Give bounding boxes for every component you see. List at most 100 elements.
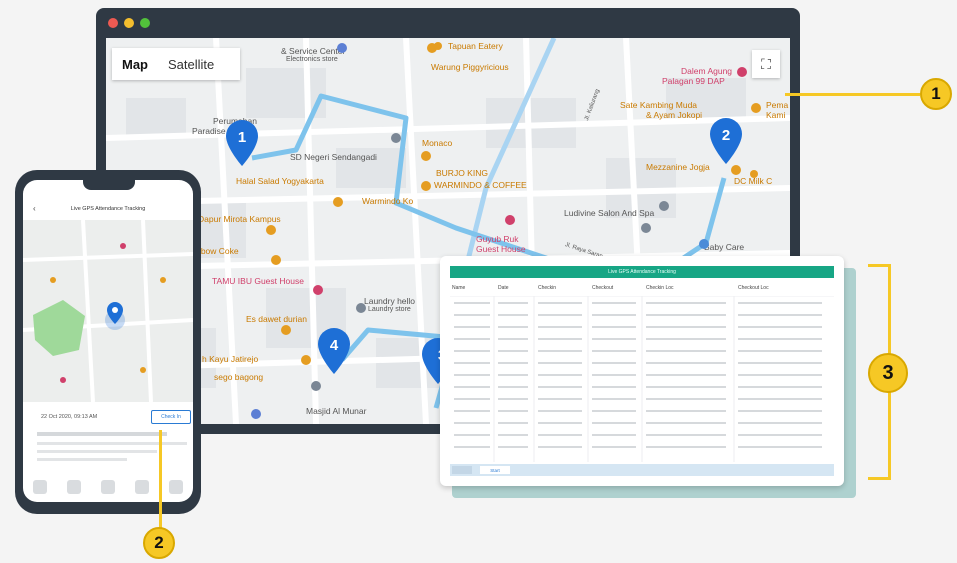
table-cell-placeholder xyxy=(454,398,490,400)
phone-notch xyxy=(83,180,135,190)
col-checkout: Checkout xyxy=(592,285,614,291)
table-cell-placeholder xyxy=(646,350,726,352)
table-cell-placeholder xyxy=(738,314,822,316)
table-cell-placeholder xyxy=(454,314,490,316)
table-cell-placeholder xyxy=(538,350,582,352)
table-cell-placeholder xyxy=(738,386,822,388)
table-cell-placeholder xyxy=(454,362,490,364)
table-cell-placeholder xyxy=(738,422,822,424)
table-cell-placeholder xyxy=(592,314,636,316)
callout-2-badge: 2 xyxy=(143,527,175,559)
table-cell-placeholder xyxy=(738,446,822,448)
table-cell-placeholder xyxy=(498,446,528,448)
table-cell-placeholder xyxy=(498,374,528,376)
table-cell-placeholder xyxy=(646,338,726,340)
table-cell-placeholder xyxy=(498,410,528,412)
phone-location-lines xyxy=(37,432,187,461)
table-cell-placeholder xyxy=(738,398,822,400)
table-cell-placeholder xyxy=(538,446,582,448)
tab-map[interactable]: Map xyxy=(112,57,158,72)
pin-2-icon: 2 xyxy=(710,118,742,164)
table-cell-placeholder xyxy=(592,350,636,352)
table-cell-placeholder xyxy=(646,314,726,316)
table-cell-placeholder xyxy=(538,302,582,304)
tab-satellite[interactable]: Satellite xyxy=(158,57,224,72)
table-cell-placeholder xyxy=(454,302,490,304)
table-cell-placeholder xyxy=(498,326,528,328)
nav-calendar-icon[interactable] xyxy=(101,480,115,494)
callout-1-badge: 1 xyxy=(920,78,952,110)
phone-screen: ‹ Live GPS Attendance Tracking 22 Oct 20… xyxy=(23,180,193,502)
nav-more-icon[interactable] xyxy=(169,480,183,494)
callout-2-line xyxy=(159,430,162,528)
table-cell-placeholder xyxy=(738,326,822,328)
table-cell-placeholder xyxy=(646,398,726,400)
table-cell-placeholder xyxy=(454,386,490,388)
pagination-prev[interactable] xyxy=(452,466,472,474)
table-cell-placeholder xyxy=(454,326,490,328)
col-date: Date xyxy=(498,285,509,291)
col-checkin: Checkin xyxy=(538,285,557,291)
table-cell-placeholder xyxy=(592,446,636,448)
table-cell-placeholder xyxy=(592,326,636,328)
pin-1-icon: 1 xyxy=(226,120,258,166)
table-cell-placeholder xyxy=(498,338,528,340)
table-cell-placeholder xyxy=(738,350,822,352)
table-cell-placeholder xyxy=(646,434,726,436)
svg-text:1: 1 xyxy=(238,129,246,146)
table-cell-placeholder xyxy=(592,434,636,436)
minimize-window-icon[interactable] xyxy=(124,18,134,28)
table-cell-placeholder xyxy=(738,362,822,364)
table-cell-placeholder xyxy=(498,314,528,316)
table-cell-placeholder xyxy=(538,422,582,424)
table-cell-placeholder xyxy=(498,422,528,424)
phone-device: ‹ Live GPS Attendance Tracking 22 Oct 20… xyxy=(15,170,201,514)
table-cell-placeholder xyxy=(454,374,490,376)
table-cell-placeholder xyxy=(646,386,726,388)
table-cell-placeholder xyxy=(454,422,490,424)
nav-home-icon[interactable] xyxy=(33,480,47,494)
phone-map[interactable] xyxy=(23,220,193,402)
map-type-toggle: Map Satellite xyxy=(112,48,240,80)
nav-attendance-icon[interactable] xyxy=(67,480,81,494)
table-title-bar: Live GPS Attendance Tracking xyxy=(450,266,834,278)
attendance-date: 22 Oct 2020, 09:13 AM xyxy=(41,414,98,420)
col-name: Name xyxy=(452,285,466,291)
table-cell-placeholder xyxy=(738,434,822,436)
nav-profile-icon[interactable] xyxy=(135,480,149,494)
table-cell-placeholder xyxy=(454,350,490,352)
table-cell-placeholder xyxy=(592,422,636,424)
table-cell-placeholder xyxy=(498,434,528,436)
table-cell-placeholder xyxy=(738,410,822,412)
table-cell-placeholder xyxy=(538,374,582,376)
callout-3-bracket-top xyxy=(868,264,890,267)
table-cell-placeholder xyxy=(738,338,822,340)
table-cell-placeholder xyxy=(646,374,726,376)
table-cell-placeholder xyxy=(538,326,582,328)
table-cell-placeholder xyxy=(498,350,528,352)
table-cell-placeholder xyxy=(592,386,636,388)
check-in-button[interactable]: Check In xyxy=(151,410,191,424)
table-cell-placeholder xyxy=(498,398,528,400)
callout-1-line xyxy=(785,93,920,96)
callout-3-badge: 3 xyxy=(868,353,908,393)
table-cell-placeholder xyxy=(738,302,822,304)
table-cell-placeholder xyxy=(646,302,726,304)
svg-text:4: 4 xyxy=(330,337,339,354)
table-cell-placeholder xyxy=(646,422,726,424)
fullscreen-button[interactable]: ⛶ xyxy=(752,50,780,78)
table-cell-placeholder xyxy=(592,338,636,340)
callout-3-bracket-bottom xyxy=(868,477,890,480)
attendance-table-card: Live GPS Attendance Tracking Name Date C… xyxy=(440,256,844,486)
svg-text:2: 2 xyxy=(722,127,730,144)
table-cell-placeholder xyxy=(498,302,528,304)
close-window-icon[interactable] xyxy=(108,18,118,28)
table-footer-button[interactable]: Start xyxy=(480,466,510,474)
col-checkout-loc: Checkout Loc xyxy=(738,285,769,291)
table-cell-placeholder xyxy=(538,386,582,388)
table-cell-placeholder xyxy=(592,410,636,412)
table-cell-placeholder xyxy=(454,338,490,340)
maximize-window-icon[interactable] xyxy=(140,18,150,28)
table-cell-placeholder xyxy=(592,362,636,364)
table-cell-placeholder xyxy=(454,434,490,436)
